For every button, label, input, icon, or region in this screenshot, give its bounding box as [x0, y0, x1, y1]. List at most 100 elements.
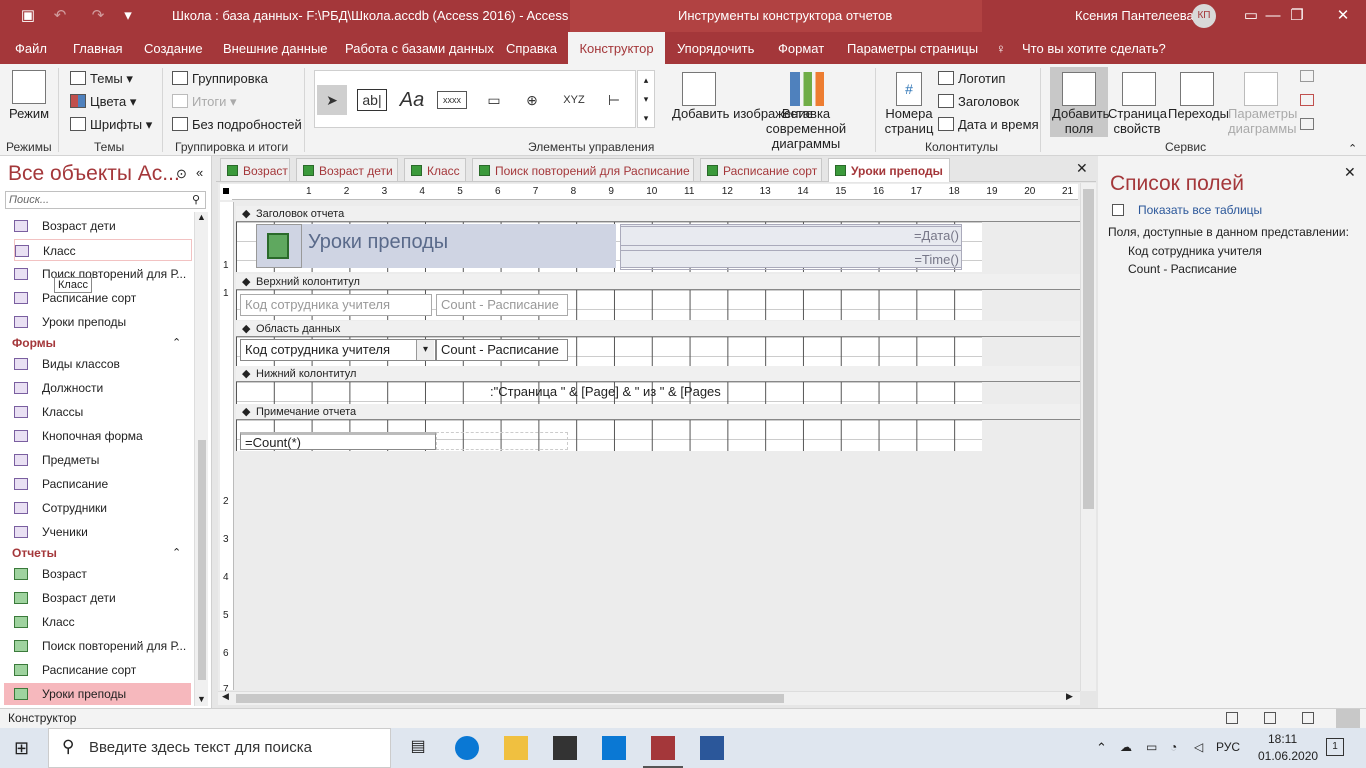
word-icon[interactable]	[700, 736, 724, 760]
tab-page-setup[interactable]: Параметры страницы	[847, 41, 978, 56]
close-doc-icon[interactable]: ✕	[1076, 160, 1088, 177]
onedrive-icon[interactable]: ☁	[1120, 740, 1132, 754]
logo-button[interactable]: Логотип	[938, 71, 1005, 86]
chart-settings-button[interactable]: Параметры диаграммы	[1228, 106, 1297, 136]
nav-item[interactable]: Класс	[14, 239, 192, 261]
avatar[interactable]: КП	[1192, 4, 1216, 28]
section-report-header[interactable]: ◆ Заголовок отчета	[236, 206, 1080, 222]
scroll-thumb[interactable]	[1083, 189, 1094, 509]
hide-details-button[interactable]: Без подробностей	[172, 117, 302, 132]
tab-format[interactable]: Формат	[778, 41, 824, 56]
view-button[interactable]: Режим	[9, 106, 49, 121]
nav-item[interactable]: Кнопочная форма	[14, 425, 143, 447]
user-name[interactable]: Ксения Пантелеева	[1075, 8, 1194, 23]
date-time-button[interactable]: Дата и время	[938, 117, 1039, 132]
image-icon[interactable]	[682, 72, 716, 106]
tab-control-icon[interactable]: ▭	[479, 85, 509, 115]
nav-item[interactable]: Поиск повторений для Р...	[14, 635, 186, 657]
scroll-up-icon[interactable]: ▲	[197, 212, 206, 222]
collapse-icon[interactable]: ⌃	[172, 546, 181, 559]
nav-search-input[interactable]: Поиск...	[5, 191, 206, 209]
tab-help[interactable]: Справка	[506, 41, 557, 56]
close-pane-icon[interactable]: ✕	[1344, 164, 1356, 181]
access-icon[interactable]	[651, 736, 675, 760]
language-indicator[interactable]: РУС	[1216, 740, 1240, 754]
doc-tab-active[interactable]: Уроки преподы	[828, 158, 950, 182]
field-count-schedule[interactable]: Count - Расписание	[436, 339, 568, 361]
page-break-icon[interactable]: ⊢	[599, 85, 629, 115]
print-preview-icon[interactable]	[1264, 712, 1276, 724]
tab-order-icon[interactable]	[1180, 72, 1214, 106]
notifications-icon[interactable]: 1	[1326, 738, 1344, 756]
title-button[interactable]: Заголовок	[938, 94, 1019, 109]
clock-date[interactable]: 01.06.2020	[1258, 749, 1318, 763]
edge-icon[interactable]	[455, 736, 479, 760]
subform-icon[interactable]	[1300, 70, 1314, 82]
nav-item[interactable]: Виды классов	[14, 353, 120, 375]
nav-item-selected[interactable]: Уроки преподы	[4, 683, 191, 705]
tab-arrange[interactable]: Упорядочить	[677, 41, 754, 56]
scroll-thumb[interactable]	[236, 694, 784, 703]
section-report-footer[interactable]: ◆ Примечание отчета	[236, 404, 1080, 420]
nav-item[interactable]: Возраст дети	[14, 215, 116, 237]
wifi-icon[interactable]: ◔	[1170, 740, 1177, 754]
restore-button[interactable]: ❐	[1274, 0, 1320, 32]
windows-start-icon[interactable]: ⊞	[14, 738, 29, 759]
doc-tab[interactable]: Расписание сорт	[700, 158, 822, 182]
field-item[interactable]: Код сотрудника учителя	[1128, 244, 1262, 258]
hyperlink-icon[interactable]: ⊕	[517, 85, 547, 115]
section-detail[interactable]: ◆ Область данных	[236, 321, 1080, 337]
show-all-tables-link[interactable]: Показать все таблицы	[1138, 203, 1262, 217]
section-page-footer[interactable]: ◆ Нижний колонтитул	[236, 366, 1080, 382]
nav-item[interactable]: Сотрудники	[14, 497, 107, 519]
nav-category-reports[interactable]: Отчеты	[12, 546, 57, 560]
tab-design[interactable]: Конструктор	[568, 32, 665, 65]
volume-icon[interactable]: ◁	[1194, 740, 1203, 754]
nav-item[interactable]: Предметы	[14, 449, 99, 471]
fonts-button[interactable]: Шрифты ▾	[70, 117, 152, 133]
mail-icon[interactable]	[602, 736, 626, 760]
task-view-icon[interactable]: ▤	[406, 736, 430, 760]
nav-menu-icon[interactable]: ⊙	[176, 166, 187, 182]
nav-item[interactable]: Расписание сорт	[14, 659, 136, 681]
tab-database-tools[interactable]: Работа с базами данных	[345, 41, 494, 56]
scroll-thumb[interactable]	[198, 440, 206, 680]
file-explorer-icon[interactable]	[504, 736, 528, 760]
label-icon[interactable]: Aa	[397, 85, 427, 115]
tab-order-button[interactable]: Переходы	[1168, 106, 1229, 121]
count-expression[interactable]: =Count(*)	[240, 432, 436, 450]
nav-title[interactable]: Все объекты Ас...	[8, 162, 180, 186]
report-title-label[interactable]: Уроки преподы	[302, 224, 616, 268]
taskbar-search[interactable]: Введите здесь текст для поиска	[48, 728, 391, 768]
page-number-expression[interactable]: :"Страница " & [Page] & " из " & [Pages	[490, 382, 721, 402]
field-item[interactable]: Count - Расписание	[1128, 262, 1237, 276]
report-selector-icon[interactable]	[223, 188, 229, 194]
store-icon[interactable]	[553, 736, 577, 760]
nav-item[interactable]: Класс	[14, 611, 75, 633]
selector-box[interactable]	[220, 184, 232, 200]
close-button[interactable]: ✕	[1320, 0, 1366, 32]
combo-teacher-id[interactable]: Код сотрудника учителя	[240, 339, 436, 361]
tray-chevron-icon[interactable]: ⌃	[1096, 740, 1107, 756]
date-expression[interactable]: =Дата()	[620, 226, 962, 246]
view-icon[interactable]	[12, 70, 46, 104]
add-fields-button[interactable]: Добавить поля	[1052, 106, 1109, 136]
nav-item[interactable]: Расписание	[14, 473, 108, 495]
property-sheet-button[interactable]: Страница свойств	[1108, 106, 1167, 136]
select-pointer-icon[interactable]: ➤	[317, 85, 347, 115]
doc-tab[interactable]: Возраст дети	[296, 158, 398, 182]
doc-tab[interactable]: Поиск повторений для Расписание	[472, 158, 694, 182]
customize-qat-icon[interactable]: ▾	[118, 6, 138, 26]
tell-me-search[interactable]: Что вы хотите сделать?	[1022, 41, 1166, 56]
undo-icon[interactable]: ↶	[50, 6, 70, 26]
grouping-button[interactable]: Группировка	[172, 71, 268, 86]
page-numbers-button[interactable]: Номера страниц	[884, 106, 934, 136]
add-fields-icon[interactable]	[1062, 72, 1096, 106]
collapse-ribbon-icon[interactable]: ⌃	[1348, 142, 1357, 155]
empty-control[interactable]	[436, 432, 568, 450]
time-expression[interactable]: =Time()	[620, 250, 962, 270]
code-icon[interactable]	[1300, 94, 1314, 106]
design-view-icon[interactable]	[1336, 709, 1360, 729]
nav-category-forms[interactable]: Формы	[12, 336, 56, 350]
nav-item[interactable]: Должности	[14, 377, 103, 399]
